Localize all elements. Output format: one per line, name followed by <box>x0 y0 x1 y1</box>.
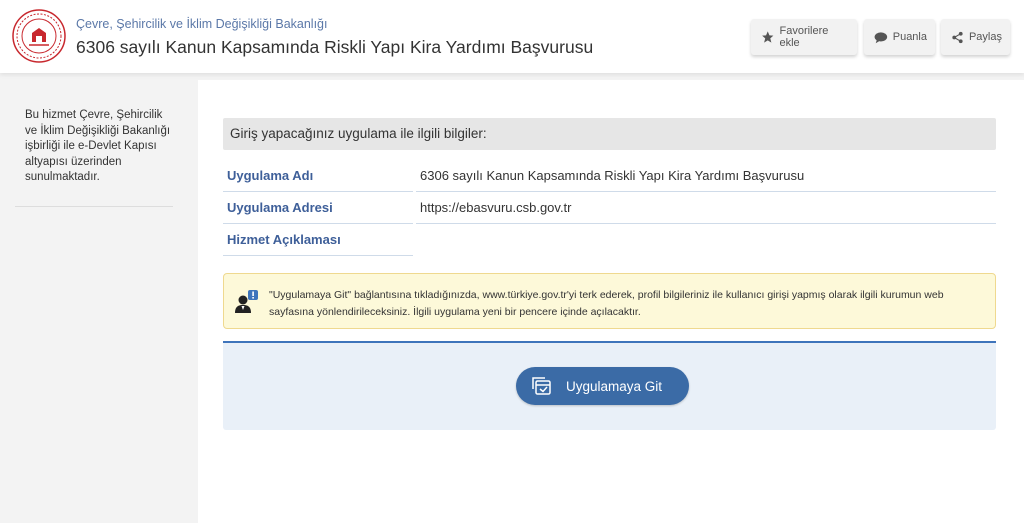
info-label: Hizmet Açıklaması <box>227 232 341 247</box>
info-row-service-description: Hizmet Açıklaması <box>223 224 996 256</box>
redirect-notice: "Uygulamaya Git" bağlantısına tıkladığın… <box>223 273 996 329</box>
info-label: Uygulama Adresi <box>227 200 333 215</box>
share-icon <box>952 31 963 43</box>
window-open-icon <box>532 377 551 395</box>
add-favorite-button[interactable]: Favorilere ekle <box>751 19 857 55</box>
user-alert-icon <box>235 290 258 313</box>
info-value: https://ebasvuru.csb.gov.tr <box>420 200 572 215</box>
ministry-name[interactable]: Çevre, Şehircilik ve İklim Değişikliği B… <box>76 17 327 31</box>
notice-text: "Uygulamaya Git" bağlantısına tıkladığın… <box>269 289 944 318</box>
page-header: Çevre, Şehircilik ve İklim Değişikliği B… <box>0 0 1024 73</box>
add-favorite-label: Favorilere ekle <box>779 25 829 49</box>
action-area: Uygulamaya Git <box>223 341 996 430</box>
row-divider <box>223 255 413 256</box>
star-icon <box>762 31 774 43</box>
ministry-logo[interactable] <box>12 9 66 63</box>
go-to-application-button[interactable]: Uygulamaya Git <box>516 367 689 405</box>
page-title: 6306 sayılı Kanun Kapsamında Riskli Yapı… <box>76 37 594 57</box>
info-heading: Giriş yapacağınız uygulama ile ilgili bi… <box>223 118 996 150</box>
rate-button[interactable]: Puanla <box>864 19 935 55</box>
info-row-app-name: Uygulama Adı 6306 sayılı Kanun Kapsamınd… <box>223 160 996 192</box>
info-label: Uygulama Adı <box>227 168 314 183</box>
rate-label: Puanla <box>892 31 927 43</box>
sidebar-description: Bu hizmet Çevre, Şehircilik ve İklim Değ… <box>25 109 171 183</box>
info-value: 6306 sayılı Kanun Kapsamında Riskli Yapı… <box>420 168 805 183</box>
info-row-app-address: Uygulama Adresi https://ebasvuru.csb.gov… <box>223 192 996 224</box>
speech-bubble-icon <box>874 31 888 43</box>
sidebar-divider <box>15 206 173 207</box>
go-to-application-label: Uygulamaya Git <box>566 378 663 394</box>
main-content: Giriş yapacağınız uygulama ile ilgili bi… <box>198 80 1024 523</box>
share-button[interactable]: Paylaş <box>941 19 1010 55</box>
share-label: Paylaş <box>968 31 1002 43</box>
